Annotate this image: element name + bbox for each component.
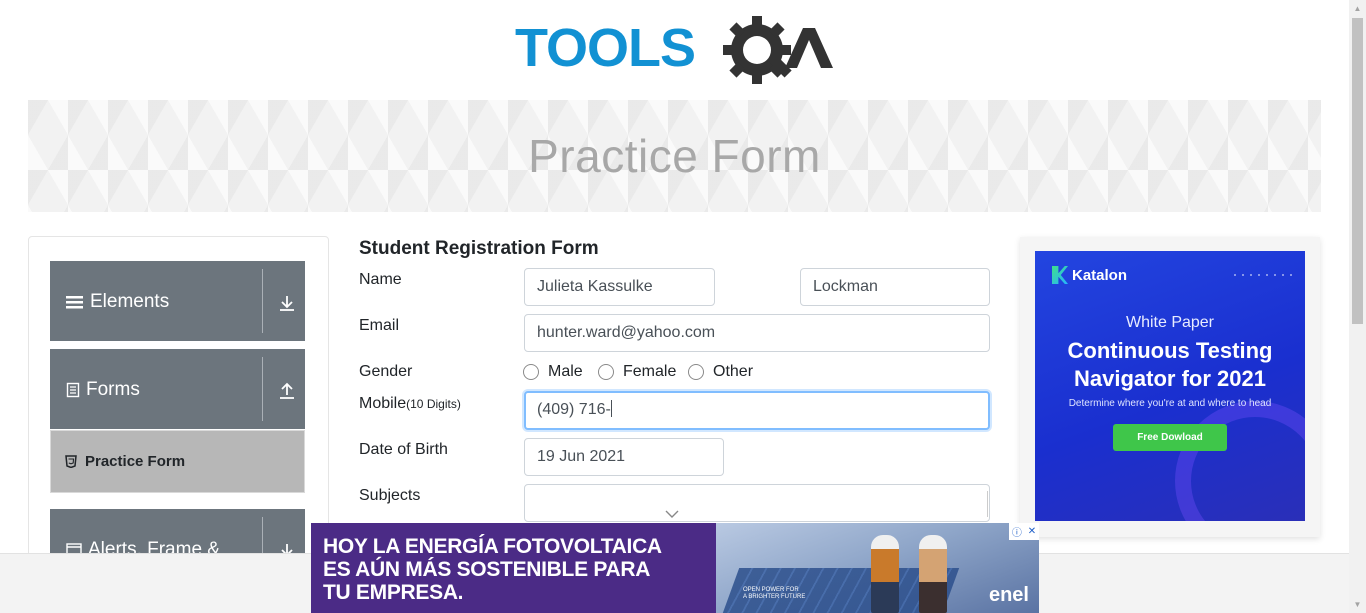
gear-icon — [723, 16, 792, 84]
form-title: Student Registration Form — [359, 238, 599, 259]
ad-line: TU EMPRESA. — [323, 581, 464, 604]
gender-radio-female[interactable]: Female — [598, 363, 676, 381]
gender-radio-male[interactable]: Male — [523, 363, 583, 381]
info-icon[interactable]: ⓘ — [1012, 524, 1022, 539]
logo-text-tools: TOOLS — [515, 18, 695, 78]
mobile-hint: (10 Digits) — [406, 397, 461, 411]
gender-label: Gender — [359, 363, 413, 380]
last-name-input[interactable]: Lockman — [800, 268, 990, 306]
sidebar: Elements Forms Practice Form Alerts, Fra… — [28, 236, 329, 566]
ad-tagline-line: A BRIGHTER FUTURE — [743, 594, 806, 600]
divider — [987, 491, 988, 517]
ad-brand-name: Katalon — [1072, 266, 1128, 284]
email-label: Email — [359, 317, 400, 334]
radio-circle[interactable] — [688, 364, 704, 380]
ad-line: ES AÚN MÁS SOSTENIBLE PARA — [323, 558, 651, 581]
page-title: Practice Form — [528, 130, 821, 182]
ad-line: HOY LA ENERGÍA FOTOVOLTAICA — [323, 535, 662, 558]
adchoices-badge[interactable]: ⓘ ✕ — [1009, 523, 1039, 540]
hamburger-icon — [66, 296, 83, 309]
ad-kicker: White Paper — [1125, 314, 1215, 331]
enel-logo: enel — [988, 584, 1029, 606]
ad-headline-line: Navigator for 2021 — [1074, 366, 1266, 391]
sidebar-group-label: Forms — [86, 379, 140, 400]
scroll-up-icon[interactable]: ▲ — [1349, 0, 1366, 17]
name-label: Name — [359, 271, 402, 288]
date-of-birth-input[interactable]: 19 Jun 2021 — [524, 438, 724, 476]
sidebar-group-elements[interactable]: Elements — [50, 261, 305, 341]
mobile-input[interactable]: (409) 716- — [524, 391, 990, 430]
scrollbar-thumb[interactable] — [1352, 18, 1363, 324]
ad-tagline: OPEN POWER FOR A BRIGHTER FUTURE — [743, 587, 805, 601]
radio-label[interactable]: Other — [713, 363, 753, 381]
radio-label[interactable]: Female — [623, 363, 676, 381]
katalon-ad[interactable]: Katalon White Paper Continuous Testing N… — [1035, 251, 1305, 521]
dob-label: Date of Birth — [359, 441, 448, 458]
mobile-label-text: Mobile — [359, 395, 407, 412]
page-banner: Practice Form — [28, 100, 1321, 212]
html5-icon — [65, 455, 77, 468]
ad-headline-line: Continuous Testing — [1067, 338, 1273, 363]
divider — [262, 357, 263, 421]
sidebar-group-label: Elements — [90, 291, 170, 312]
person-image — [871, 535, 899, 613]
document-icon — [66, 382, 80, 398]
page-scrollbar[interactable]: ▲ ▼ — [1349, 0, 1366, 613]
sidebar-group-forms[interactable]: Forms — [50, 349, 305, 429]
first-name-input[interactable]: Julieta Kassulke — [524, 268, 715, 306]
email-input[interactable]: hunter.ward@yahoo.com — [524, 314, 990, 352]
subjects-input[interactable] — [524, 484, 990, 522]
ad-headline: HOY LA ENERGÍA FOTOVOLTAICA ES AÚN MÁS S… — [323, 535, 662, 604]
chevron-down-icon[interactable] — [665, 509, 679, 519]
subjects-label: Subjects — [359, 487, 421, 504]
radio-circle[interactable] — [598, 364, 614, 380]
ad-download-button[interactable]: Free Dowload — [1113, 424, 1227, 451]
toolsqa-logo[interactable]: TOOLS — [515, 16, 837, 90]
upload-arrow-icon[interactable] — [278, 382, 296, 400]
gender-radio-other[interactable]: Other — [688, 363, 753, 381]
enel-ad[interactable]: HOY LA ENERGÍA FOTOVOLTAICA ES AÚN MÁS S… — [311, 523, 1039, 613]
decorative-dots — [1231, 271, 1295, 279]
sidebar-item-practice-form[interactable]: Practice Form — [50, 430, 305, 493]
mobile-label: Mobile(10 Digits) — [359, 395, 461, 413]
logo-text-a — [785, 28, 833, 68]
mobile-value: (409) 716- — [537, 401, 611, 418]
close-icon[interactable]: ✕ — [1028, 526, 1036, 537]
sidebar-item-label: Practice Form — [85, 453, 186, 470]
scroll-down-icon[interactable]: ▼ — [1349, 596, 1366, 613]
katalon-logo-icon — [1052, 266, 1068, 284]
text-cursor — [610, 400, 612, 417]
ad-brand: Katalon — [1052, 266, 1127, 284]
radio-circle[interactable] — [523, 364, 539, 380]
download-arrow-icon[interactable] — [278, 294, 296, 312]
ad-tagline-line: OPEN POWER FOR — [743, 587, 799, 593]
ad-headline: Continuous Testing Navigator for 2021 — [1035, 337, 1305, 393]
person-image — [919, 535, 947, 613]
ad-subtext: Determine where you're at and where to h… — [1068, 398, 1272, 409]
divider — [262, 269, 263, 333]
decorative-ring — [1175, 401, 1305, 521]
radio-label[interactable]: Male — [548, 363, 583, 381]
